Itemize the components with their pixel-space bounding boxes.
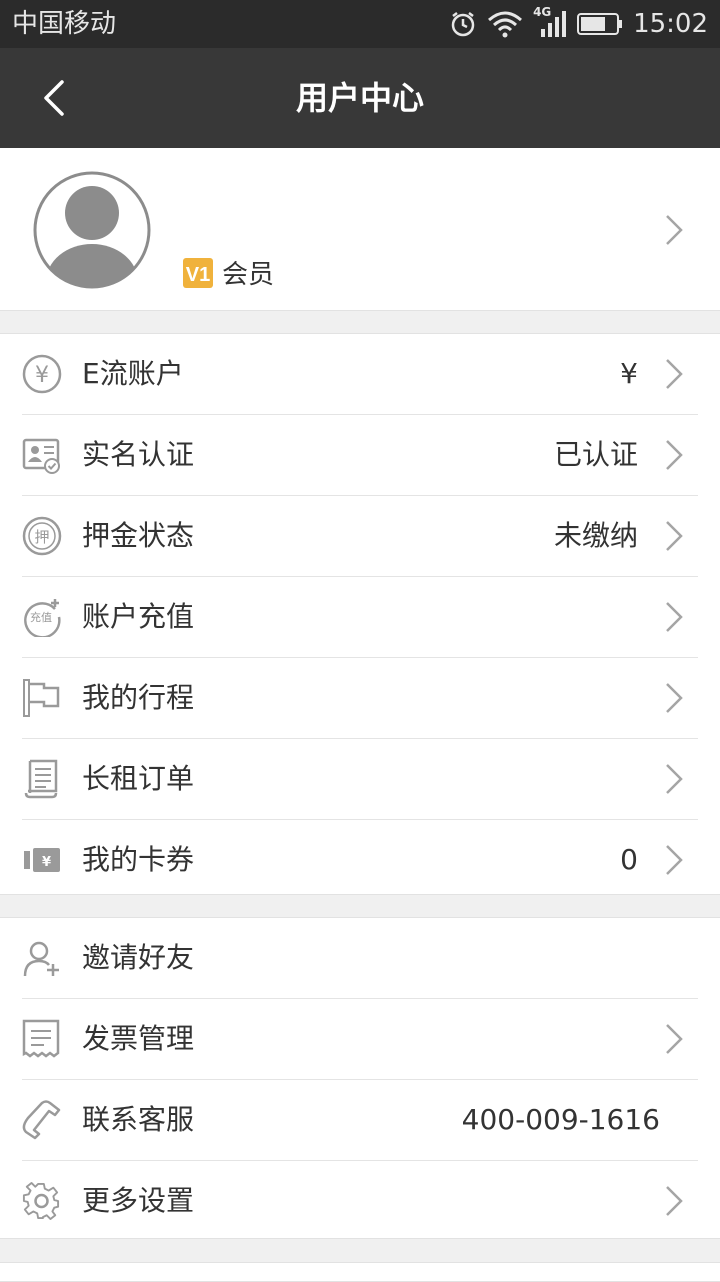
list-item-label: 我的行程 [82,681,195,714]
list-item-coupons[interactable]: ¥ 我的卡券 0 [22,820,698,900]
chevron-right-icon [666,215,683,245]
account-section: ¥ E流账户 ¥ 实名认证 已认证 押 押金状态 未缴纳 充值 账户充值 我的行… [0,333,720,895]
avatar[interactable] [32,170,152,290]
list-item-label: 更多设置 [82,1184,195,1217]
status-bar: 中国移动 4G 15:02 [0,0,720,48]
carrier-name: 中国移动 [12,9,117,39]
list-item-long-rent[interactable]: 长租订单 [22,739,698,820]
chevron-right-icon [666,683,683,713]
chevron-right-icon [666,359,683,389]
list-item-deposit[interactable]: 押 押金状态 未缴纳 [22,496,698,577]
list-item-label: 长租订单 [82,762,195,795]
svg-text:充值: 充值 [30,610,52,624]
bottom-section [0,1262,720,1282]
chevron-right-icon [666,1024,683,1054]
list-item-e-account[interactable]: ¥ E流账户 ¥ [22,334,698,415]
list-item-customer-service[interactable]: 联系客服 400-009-1616 [22,1080,698,1161]
list-item-recharge[interactable]: 充值 账户充值 [22,577,698,658]
status-icons: 4G 15:02 [449,5,708,42]
list-item-label: 实名认证 [82,438,195,471]
list-item-invoice[interactable]: 发票管理 [22,999,698,1080]
svg-text:押: 押 [34,528,49,546]
vip-badge-icon: V1 [183,257,213,288]
wifi-icon [488,11,523,38]
phone-icon [22,1100,61,1140]
gear-icon [22,1182,60,1221]
add-user-icon [23,941,59,977]
chevron-right-icon [666,845,683,875]
list-item-value: ¥ [620,357,638,390]
list-item-real-name[interactable]: 实名认证 已认证 [22,415,698,496]
chevron-right-icon [666,440,683,470]
document-scroll-icon [24,759,58,799]
recharge-icon: 充值 [24,599,61,637]
list-item-label: 联系客服 [82,1103,195,1136]
chevron-right-icon [666,521,683,551]
chevron-right-icon [666,1186,683,1216]
list-item-label: 押金状态 [82,519,195,552]
list-item-label: 账户充值 [82,600,195,633]
list-item-label: E流账户 [82,357,184,390]
list-item-value: 未缴纳 [553,519,638,552]
chevron-right-icon [666,764,683,794]
invoice-icon [22,1019,60,1058]
service-section: 邀请好友 发票管理 联系客服 400-009-1616 更多设置 [0,917,720,1239]
chevron-right-icon [666,602,683,632]
hotline-number[interactable]: 400-009-1616 [462,1080,660,1160]
deposit-icon: 押 [22,516,62,556]
id-card-icon [22,438,60,474]
list-item-more-settings[interactable]: 更多设置 [22,1161,698,1241]
profile-card[interactable]: V1 会员 [0,148,720,311]
list-item-label: 邀请好友 [82,941,195,974]
coupon-icon: ¥ [24,848,60,872]
list-item-value: 已认证 [553,438,638,471]
clock: 15:02 [633,9,708,39]
alarm-icon [451,12,475,37]
list-item-trips[interactable]: 我的行程 [22,658,698,739]
page-title: 用户中心 [295,79,424,117]
list-item-invite[interactable]: 邀请好友 [22,918,698,999]
cell-signal-icon: 4G [533,5,567,39]
member-label: 会员 [222,260,275,290]
flag-icon [23,679,60,717]
nav-bar: 用户中心 [0,48,720,148]
battery-icon [577,13,623,35]
yuan-coin-icon: ¥ [22,354,62,394]
list-item-value: 0 [620,843,638,876]
list-item-label: 发票管理 [82,1022,195,1055]
member-level: V1 会员 [182,254,274,291]
svg-text:¥: ¥ [35,363,49,388]
svg-text:V1: V1 [186,264,210,286]
svg-text:¥: ¥ [42,855,51,870]
list-item-label: 我的卡券 [82,843,195,876]
